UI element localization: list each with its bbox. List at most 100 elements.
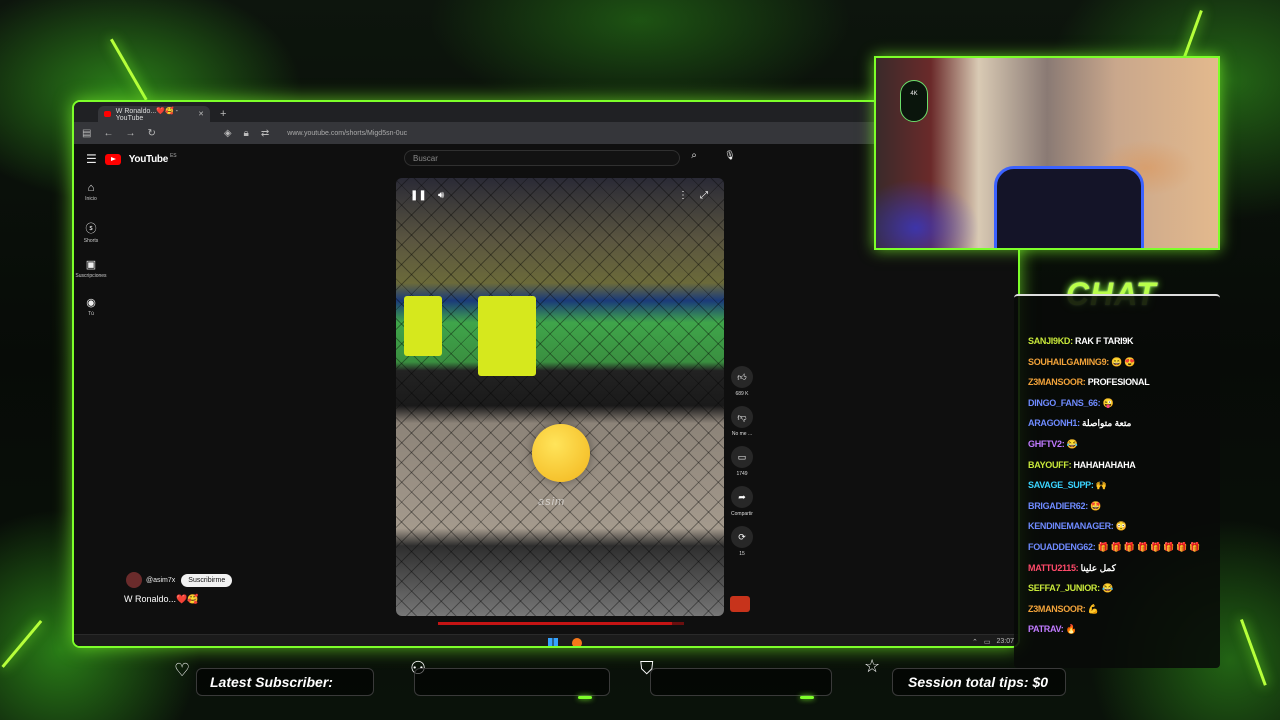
- chat-message: GHFTV2: 😂: [1028, 439, 1078, 450]
- sidebar-item-subscriptions[interactable]: ▣ Suscripciones: [74, 258, 108, 279]
- chat-username[interactable]: DINGO_FANS_66:: [1028, 398, 1101, 408]
- close-tab-icon[interactable]: ✕: [198, 110, 204, 118]
- shorts-icon: ⓢ: [85, 223, 97, 235]
- more-options-icon[interactable]: ⋮: [678, 190, 688, 201]
- chat-username[interactable]: MATTU2115:: [1028, 563, 1079, 573]
- you-icon: ◉: [86, 297, 96, 309]
- menu-icon[interactable]: ☰: [86, 152, 97, 166]
- chat-username[interactable]: SAVAGE_SUPP:: [1028, 480, 1094, 490]
- windows-start-icon[interactable]: [548, 638, 558, 646]
- share-label: Compartir: [731, 511, 753, 517]
- country-code: ES: [169, 153, 177, 159]
- lightning-decoration: [1240, 618, 1267, 686]
- steward-figure: [478, 296, 536, 376]
- avatar[interactable]: [126, 572, 142, 588]
- chat-username[interactable]: Z3MANSOOR:: [1028, 604, 1086, 614]
- search-input[interactable]: Buscar: [404, 150, 680, 166]
- chat-text: 😄 😍: [1111, 356, 1136, 367]
- chat-username[interactable]: SANJI9KD:: [1028, 336, 1073, 346]
- thumbs-down-icon: 👎︎: [731, 406, 753, 428]
- gaming-chair-figure: [994, 166, 1144, 248]
- chat-text: كمل علينا: [1080, 562, 1117, 573]
- comment-count: 1749: [736, 471, 748, 477]
- volume-icon[interactable]: 🔊︎: [438, 190, 444, 201]
- sidebar-item-you[interactable]: ◉ Tú: [74, 296, 108, 317]
- comment-icon: ▭: [731, 446, 753, 468]
- new-tab-button[interactable]: +: [220, 108, 226, 120]
- browser-tab[interactable]: W Ronaldo...❤️🥰 - YouTube ✕: [98, 106, 210, 122]
- fullscreen-icon[interactable]: ⤢: [700, 190, 708, 201]
- subscriptions-icon: ▣: [85, 259, 97, 271]
- chat-message: BRIGADIER62: 🤩: [1028, 501, 1101, 512]
- chat-username[interactable]: SOUHAILGAMING9:: [1028, 357, 1109, 367]
- video-progress-bar[interactable]: [438, 622, 684, 625]
- chat-username[interactable]: BRIGADIER62:: [1028, 501, 1088, 511]
- thumbs-up-icon: 👍︎: [731, 366, 753, 388]
- site-settings-icon[interactable]: ⇄: [261, 128, 269, 139]
- chat-message: DINGO_FANS_66: 😜: [1028, 397, 1114, 409]
- chat-text: 😳: [1115, 521, 1127, 532]
- dislike-button[interactable]: 👎︎ No me ...: [726, 406, 758, 437]
- sidebar-item-shorts[interactable]: ⓢ Shorts: [74, 220, 108, 244]
- chat-username[interactable]: PATRAV:: [1028, 624, 1064, 634]
- stream-overlay: W Ronaldo...❤️🥰 - YouTube ✕ + ▤ ← → ↻ ◈ …: [0, 0, 1280, 720]
- sidebar-toggle-icon[interactable]: ▤: [82, 128, 91, 139]
- chat-message: MATTU2115: كمل علينا: [1028, 563, 1116, 574]
- sidebar-label: Inicio: [85, 196, 97, 202]
- pause-icon[interactable]: ❚❚: [410, 190, 427, 201]
- like-button[interactable]: 👍︎ 689 K: [726, 366, 758, 397]
- youtube-logo-icon[interactable]: [104, 153, 121, 165]
- tab-title: W Ronaldo...❤️🥰 - YouTube: [115, 107, 178, 122]
- chat-message: SEFFA7_JUNIOR: 😂: [1028, 583, 1113, 594]
- heart-icon: ♡: [174, 660, 191, 680]
- share-button[interactable]: ➦ Compartir: [726, 486, 758, 517]
- network-icon[interactable]: ▭: [984, 638, 991, 646]
- chat-message: ARAGONH1: متعة متواصلة: [1028, 418, 1132, 429]
- steward-figure: [404, 296, 442, 356]
- lightning-decoration: [110, 38, 148, 101]
- chat-username[interactable]: SEFFA7_JUNIOR:: [1028, 583, 1100, 593]
- dislike-label: No me ...: [731, 431, 753, 437]
- star-struck-emoji-icon: [532, 424, 590, 482]
- lightning-decoration: [1, 620, 43, 668]
- shield-icon[interactable]: ◈: [224, 128, 232, 139]
- chat-username[interactable]: FOUADDENG62:: [1028, 542, 1096, 552]
- lock-icon[interactable]: 🔒︎: [244, 128, 249, 139]
- chat-text: PROFESIONAL: [1087, 377, 1150, 388]
- search-icon[interactable]: ⌕: [684, 150, 704, 166]
- windows-taskbar: ⌃ ▭ 23:07: [74, 634, 1018, 646]
- url-field[interactable]: www.youtube.com/shorts/Migd5sn-0uc: [287, 130, 407, 137]
- channel-badge: 4K: [900, 80, 928, 122]
- chat-message: KENDINEMANAGER: 😳: [1028, 521, 1127, 532]
- sidebar-label: Tú: [88, 311, 94, 317]
- chat-text: 😜: [1102, 397, 1114, 408]
- reload-icon[interactable]: ↻: [147, 128, 155, 139]
- follower-box: [414, 668, 610, 696]
- shorts-video-player[interactable]: ❚❚ 🔊︎ ⋮ ⤢ asim: [396, 178, 724, 616]
- donation-box: [650, 668, 832, 696]
- chat-username[interactable]: Z3MANSOOR:: [1028, 377, 1086, 387]
- system-tray: ⌃ ▭ 23:07: [972, 638, 1014, 646]
- youtube-favicon-icon: [104, 111, 111, 117]
- chat-username[interactable]: KENDINEMANAGER:: [1028, 521, 1114, 531]
- remix-button[interactable]: ⟳ 15: [726, 526, 758, 557]
- forward-icon[interactable]: →: [125, 128, 135, 139]
- chevron-up-icon[interactable]: ⌃: [972, 638, 978, 646]
- taskbar-app-icon[interactable]: [572, 638, 582, 646]
- sidebar-item-home[interactable]: ⌂ Inicio: [74, 182, 108, 202]
- back-icon[interactable]: ←: [103, 128, 113, 139]
- youtube-logo-text[interactable]: YouTube: [129, 154, 169, 165]
- chat-username[interactable]: BAYOUFF:: [1028, 460, 1072, 470]
- sound-thumbnail[interactable]: [730, 596, 750, 612]
- glow-accent: [800, 696, 814, 699]
- chat-username[interactable]: ARAGONH1:: [1028, 418, 1080, 428]
- chat-text: 💪: [1087, 603, 1099, 614]
- subscribe-button[interactable]: Suscribirme: [181, 573, 233, 587]
- comments-button[interactable]: ▭ 1749: [726, 446, 758, 477]
- chat-message: Z3MANSOOR: PROFESIONAL: [1028, 377, 1150, 388]
- microphone-icon[interactable]: 🎙︎: [722, 150, 738, 166]
- channel-name[interactable]: @asim7x: [146, 577, 175, 584]
- share-icon: ➦: [731, 486, 753, 508]
- chat-username[interactable]: GHFTV2:: [1028, 439, 1065, 449]
- chat-message: SANJI9KD: RAK F TARI9K: [1028, 336, 1134, 346]
